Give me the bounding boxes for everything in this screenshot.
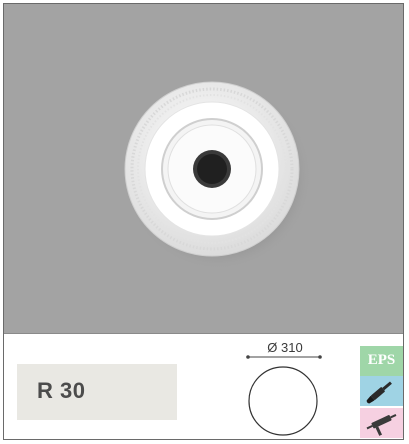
eps-label: EPS	[367, 352, 396, 368]
glue-gun-icon	[366, 414, 397, 436]
product-card: R 30 Ø 310 EPS	[3, 3, 404, 440]
dimension-drawing: Ø 310	[240, 338, 330, 442]
eps-material-badge: EPS	[360, 346, 403, 376]
product-name-badge: R 30	[17, 364, 177, 420]
diameter-diagram	[246, 355, 322, 436]
product-name: R 30	[37, 378, 86, 403]
product-photo	[4, 4, 403, 334]
ceiling-rosette-image	[124, 81, 312, 270]
glue-badge	[360, 408, 403, 438]
paintbrush-icon	[366, 381, 392, 404]
paintable-badge	[360, 376, 403, 406]
